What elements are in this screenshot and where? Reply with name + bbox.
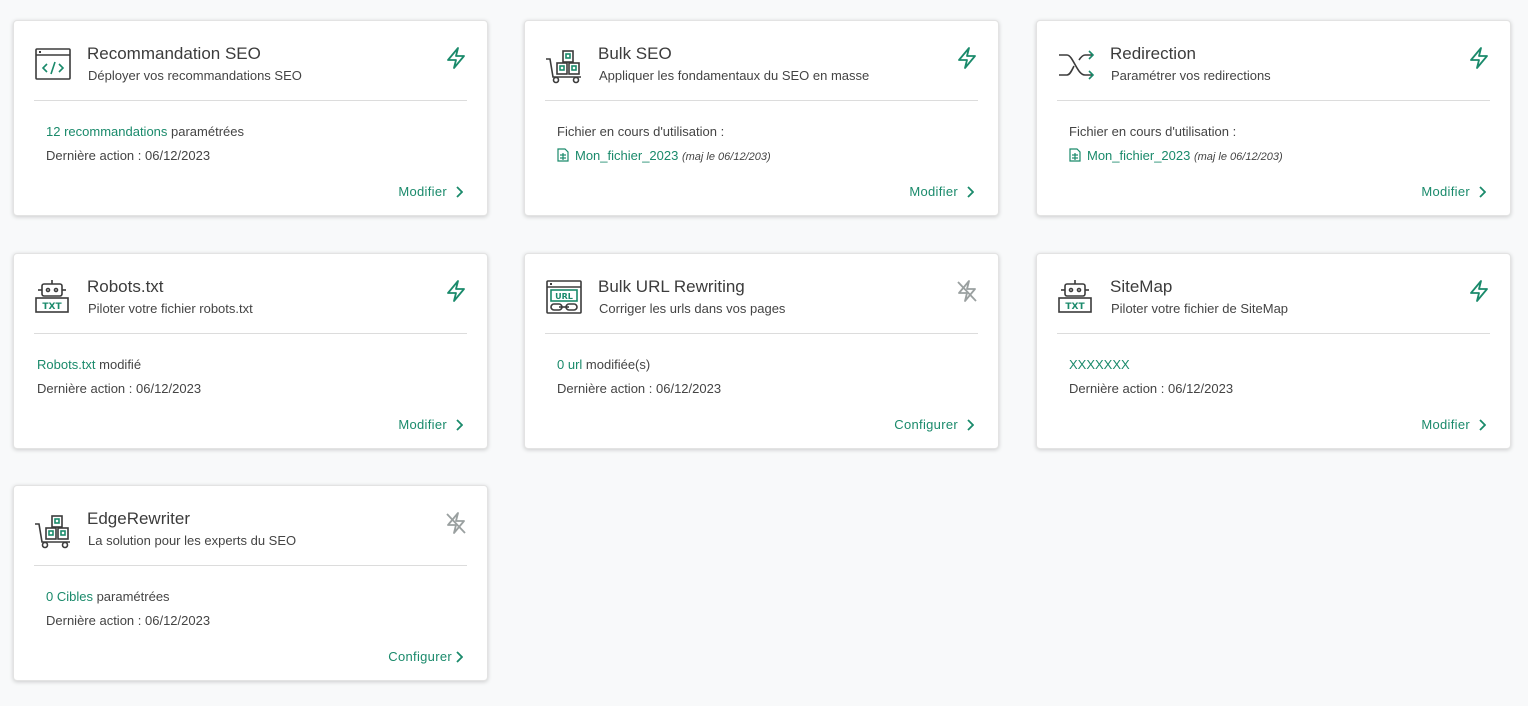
action-label: Modifier [398, 184, 447, 199]
card-edgerewriter: EdgeRewriter La solution pour les expert… [13, 485, 488, 681]
file-update-note: (maj le 06/12/203) [681, 151, 771, 163]
last-action: Dernière action : 06/12/2023 [37, 381, 202, 396]
action-label: Configurer [388, 649, 452, 664]
chevron-right-icon [1479, 418, 1486, 431]
card-status-line: XXXXXXX [1069, 357, 1130, 372]
chevron-right-icon [1479, 185, 1486, 198]
card-subtitle: Corriger les urls dans vos pages [599, 301, 786, 316]
robot-txt-icon: TXT [34, 278, 74, 318]
lightning-icon [445, 279, 467, 303]
action-label: Configurer [894, 417, 958, 432]
chevron-right-icon [967, 185, 974, 198]
modifier-button[interactable]: Modifier [1421, 417, 1486, 432]
card-title: Recommandation SEO [87, 44, 261, 63]
code-window-icon [34, 45, 74, 85]
chevron-right-icon [967, 418, 974, 431]
last-action: Dernière action : 06/12/2023 [557, 381, 722, 396]
card-sitemap: TXT SiteMap Piloter votre fichier de Sit… [1036, 253, 1511, 449]
shuffle-arrows-icon [1057, 45, 1097, 85]
targets-count-link[interactable]: 0 Cibles [46, 589, 93, 604]
svg-text:TXT: TXT [42, 302, 62, 312]
svg-text:TXT: TXT [1065, 302, 1085, 312]
divider [34, 100, 467, 101]
file-line: Mon_fichier_2023 (maj le 06/12/203) [1069, 148, 1283, 163]
divider [34, 565, 467, 566]
robots-txt-link[interactable]: Robots.txt [37, 357, 96, 372]
action-label: Modifier [398, 417, 447, 432]
spreadsheet-file-icon [1069, 148, 1081, 162]
card-redirection: Redirection Paramétrer vos redirections … [1036, 20, 1511, 216]
chevron-right-icon [456, 418, 463, 431]
recommendations-count-link[interactable]: 12 recommandations [46, 124, 167, 139]
last-action: Dernière action : 06/12/2023 [1069, 381, 1234, 396]
card-subtitle: Piloter votre fichier robots.txt [88, 301, 253, 316]
action-label: Modifier [909, 184, 958, 199]
card-subtitle: Appliquer les fondamentaux du SEO en mas… [599, 68, 870, 83]
configurer-button[interactable]: Configurer [388, 649, 463, 664]
card-bulk-url-rewriting: URL Bulk URL Rewriting Corriger les urls… [524, 253, 999, 449]
action-label: Modifier [1421, 417, 1470, 432]
card-robots-txt: TXT Robots.txt Piloter votre fichier rob… [13, 253, 488, 449]
card-status-line: 0 url modifiée(s) [557, 357, 650, 372]
divider [545, 100, 978, 101]
divider [545, 333, 978, 334]
file-name-link[interactable]: Mon_fichier_2023 [575, 148, 678, 163]
file-update-note: (maj le 06/12/203) [1193, 151, 1283, 163]
url-count-link[interactable]: 0 url [557, 357, 582, 372]
card-status-line: 12 recommandations paramétrées [46, 124, 244, 139]
divider [1057, 333, 1490, 334]
divider [1057, 100, 1490, 101]
lightning-off-icon [956, 279, 978, 303]
sitemap-link[interactable]: XXXXXXX [1069, 357, 1130, 372]
file-line: Mon_fichier_2023 (maj le 06/12/203) [557, 148, 771, 163]
status-text: modifiée(s) [582, 357, 651, 372]
card-bulk-seo: Bulk SEO Appliquer les fondamentaux du S… [524, 20, 999, 216]
card-subtitle: Paramétrer vos redirections [1111, 68, 1271, 83]
card-subtitle: La solution pour les experts du SEO [88, 533, 297, 548]
card-title: EdgeRewriter [87, 509, 190, 528]
card-title: Redirection [1110, 44, 1196, 63]
card-subtitle: Déployer vos recommandations SEO [88, 68, 302, 83]
chevron-right-icon [456, 185, 463, 198]
card-title: Bulk URL Rewriting [598, 277, 745, 296]
card-status-line: Robots.txt modifié [37, 357, 141, 372]
configurer-button[interactable]: Configurer [894, 417, 974, 432]
card-subtitle: Piloter votre fichier de SiteMap [1111, 301, 1289, 316]
status-text: paramétrées [92, 589, 170, 604]
file-name-link[interactable]: Mon_fichier_2023 [1087, 148, 1190, 163]
file-in-use-label: Fichier en cours d'utilisation : [557, 124, 725, 139]
last-action: Dernière action : 06/12/2023 [46, 148, 211, 163]
action-label: Modifier [1421, 184, 1470, 199]
last-action: Dernière action : 06/12/2023 [46, 613, 211, 628]
modifier-button[interactable]: Modifier [1421, 184, 1486, 199]
hand-truck-boxes-icon [545, 45, 585, 85]
spreadsheet-file-icon [557, 148, 569, 162]
card-title: Bulk SEO [598, 44, 672, 63]
status-text: paramétrées [167, 124, 244, 139]
lightning-icon [1468, 46, 1490, 70]
lightning-icon [956, 46, 978, 70]
card-title: Robots.txt [87, 277, 164, 296]
modifier-button[interactable]: Modifier [398, 184, 463, 199]
card-status-line: 0 Cibles paramétrées [46, 589, 170, 604]
divider [34, 333, 467, 334]
lightning-off-icon [445, 511, 467, 535]
modifier-button[interactable]: Modifier [398, 417, 463, 432]
card-title: SiteMap [1110, 277, 1173, 296]
card-recommandation-seo: Recommandation SEO Déployer vos recomman… [13, 20, 488, 216]
robot-txt-icon: TXT [1057, 278, 1097, 318]
chevron-right-icon [456, 650, 463, 663]
hand-truck-boxes-icon [34, 510, 74, 550]
status-text: modifié [95, 357, 142, 372]
file-in-use-label: Fichier en cours d'utilisation : [1069, 124, 1237, 139]
lightning-icon [445, 46, 467, 70]
modifier-button[interactable]: Modifier [909, 184, 974, 199]
svg-text:URL: URL [555, 292, 573, 301]
url-link-window-icon: URL [545, 278, 585, 318]
lightning-icon [1468, 279, 1490, 303]
